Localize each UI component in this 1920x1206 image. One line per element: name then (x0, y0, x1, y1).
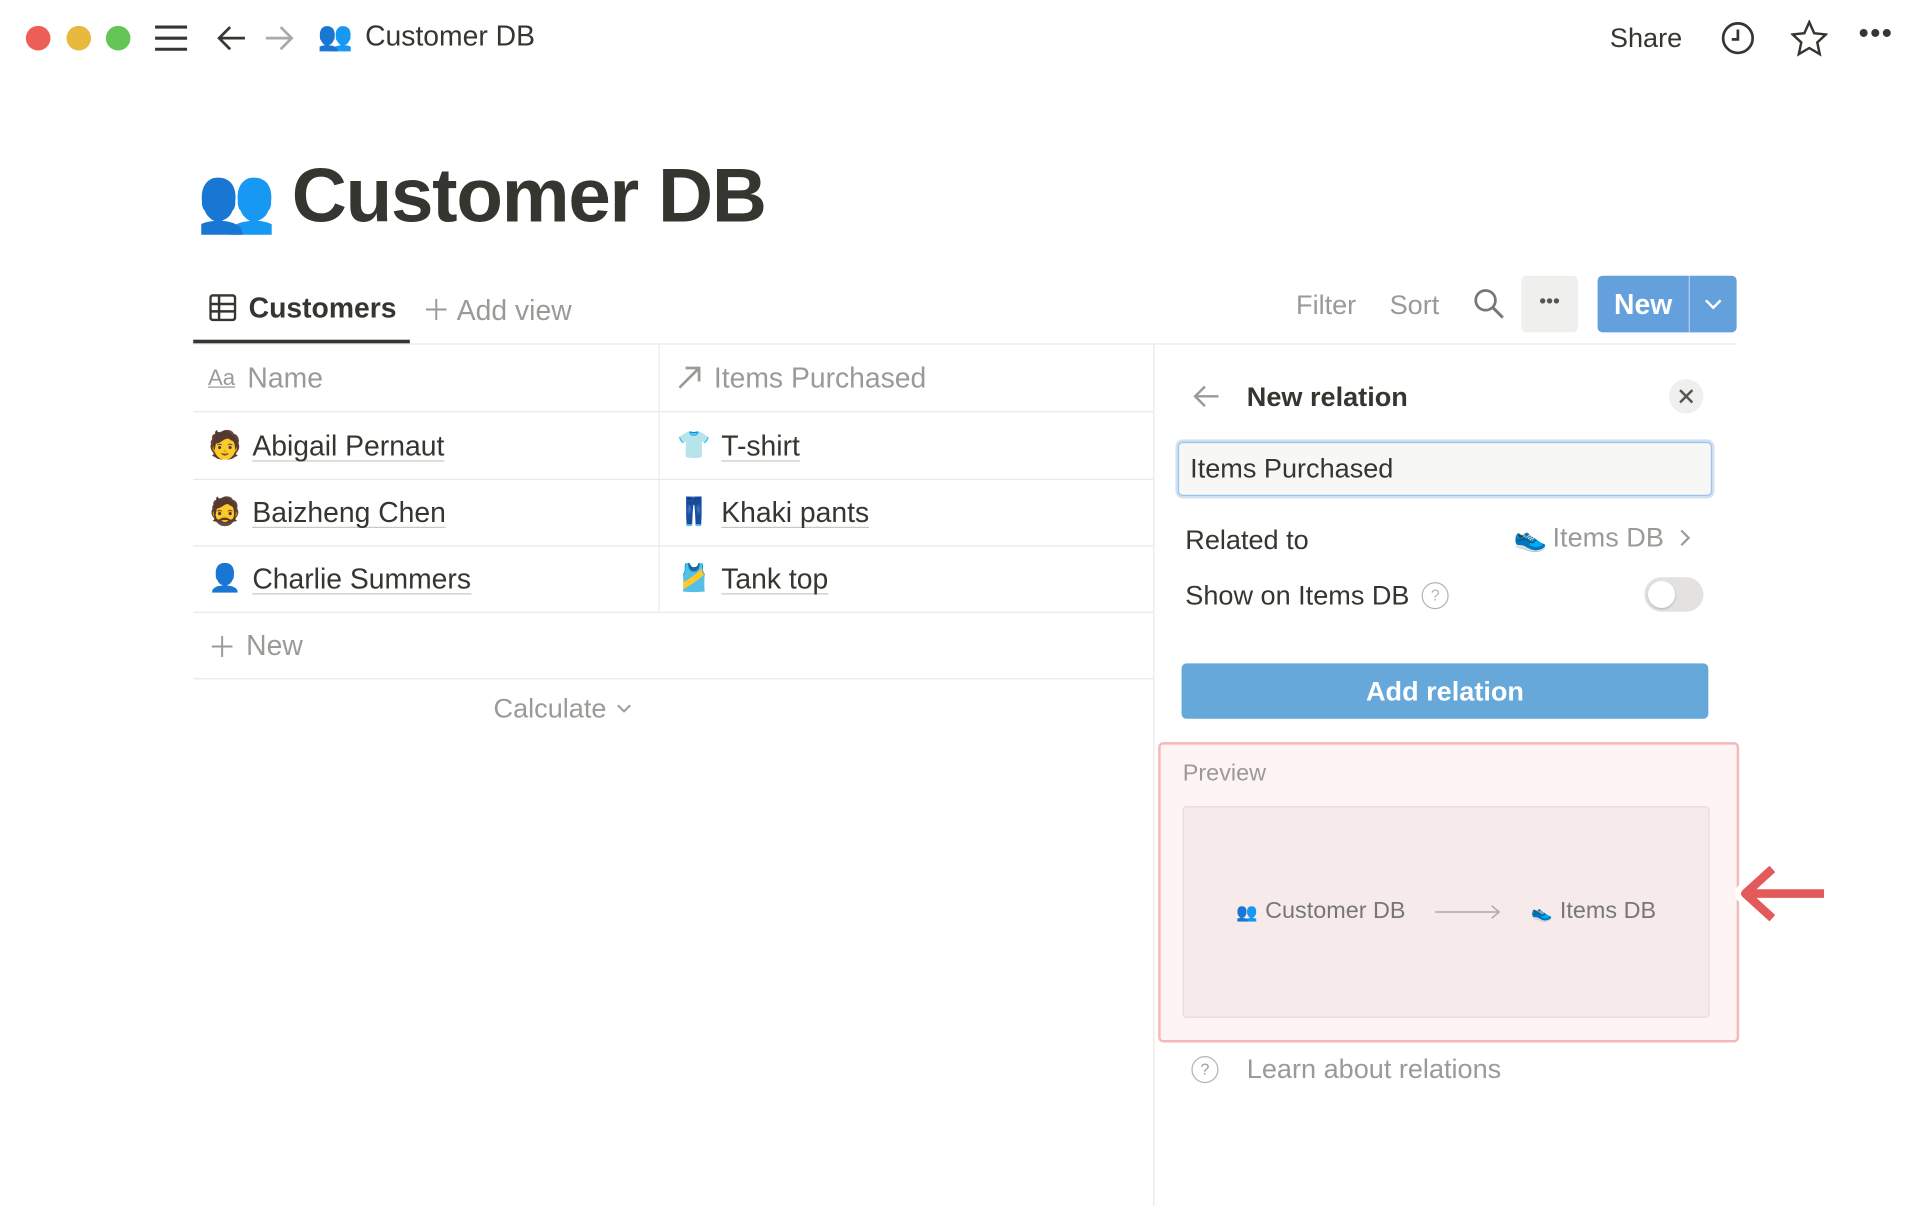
table-header: Aa Name Items Purchased (193, 345, 1154, 413)
close-window-button[interactable] (25, 25, 51, 51)
panel-title: New relation (1246, 381, 1408, 413)
preview-label: Preview (1182, 760, 1266, 787)
star-icon[interactable] (1790, 19, 1828, 57)
people-icon: 👥 (317, 19, 353, 52)
back-arrow-icon[interactable] (215, 23, 247, 53)
learn-about-relations-link[interactable]: ? Learn about relations (1191, 1054, 1501, 1086)
row-name-link[interactable]: Baizheng Chen (252, 497, 446, 528)
share-button[interactable]: Share (1610, 22, 1682, 54)
arrow-right-icon (1435, 905, 1501, 920)
minimize-window-button[interactable] (66, 25, 92, 51)
related-to-label: Related to (1185, 524, 1309, 556)
avatar: 🧑 (208, 429, 242, 461)
history-icon[interactable] (1721, 21, 1755, 55)
tshirt-icon: 👕 (676, 429, 711, 461)
back-arrow-icon[interactable] (1191, 383, 1221, 410)
show-on-label: Show on Items DB (1185, 579, 1410, 611)
column-header-items-purchased[interactable]: Items Purchased (677, 345, 926, 411)
avatar: 🧔 (208, 496, 242, 527)
related-item-link[interactable]: T-shirt (721, 430, 800, 461)
show-on-toggle[interactable] (1644, 577, 1704, 612)
plus-icon: ＋ (208, 631, 237, 664)
annotation-arrow-icon (1735, 857, 1834, 931)
filter-button[interactable]: Filter (1296, 289, 1356, 321)
search-icon[interactable] (1473, 288, 1505, 320)
menu-icon[interactable] (154, 23, 188, 53)
view-options-button[interactable]: ••• (1521, 275, 1578, 333)
preview-section: Preview 👥 Customer DB 👟 Items DB (1158, 742, 1740, 1043)
shoe-icon: 👟 (1513, 521, 1548, 553)
table-row[interactable]: 🧑 Abigail Pernaut 👕 T-shirt (193, 412, 1154, 481)
help-icon[interactable]: ? (1421, 582, 1449, 610)
plus-icon: ＋ (422, 294, 451, 327)
help-icon: ? (1191, 1056, 1219, 1084)
text-type-icon: Aa (208, 364, 236, 390)
page-icon: 👥 (196, 164, 277, 237)
people-icon: 👥 (1236, 901, 1258, 922)
forward-arrow-icon[interactable] (263, 23, 295, 53)
pants-icon: 👖 (676, 496, 711, 527)
tab-customers[interactable]: Customers (193, 276, 410, 344)
new-row-button[interactable]: ＋ New (193, 612, 1154, 680)
table-row[interactable]: 👤 Charlie Summers 🎽 Tank top (193, 545, 1154, 613)
more-options-icon[interactable]: ••• (1859, 17, 1894, 51)
add-view-button[interactable]: ＋ Add view (422, 287, 571, 329)
chevron-down-icon[interactable] (1688, 275, 1737, 333)
sort-button[interactable]: Sort (1390, 289, 1440, 321)
close-icon[interactable] (1668, 379, 1704, 414)
new-button[interactable]: New (1597, 275, 1737, 333)
avatar: 👤 (208, 562, 242, 594)
related-to-selector[interactable]: 👟 Items DB (1514, 522, 1691, 554)
relation-name-input[interactable] (1177, 441, 1713, 497)
maximize-window-button[interactable] (105, 25, 131, 51)
tank-top-icon: 🎽 (676, 562, 711, 594)
related-item-link[interactable]: Khaki pants (721, 497, 870, 528)
chevron-right-icon (1679, 528, 1691, 548)
relation-arrow-icon (677, 366, 702, 391)
page-title: Customer DB (291, 153, 767, 239)
row-name-link[interactable]: Abigail Pernaut (252, 430, 445, 461)
related-item-link[interactable]: Tank top (721, 563, 829, 594)
row-name-link[interactable]: Charlie Summers (252, 563, 471, 594)
calculate-button[interactable]: Calculate (494, 693, 632, 725)
column-header-name[interactable]: Aa Name (208, 345, 323, 411)
preview-diagram: 👥 Customer DB 👟 Items DB (1182, 806, 1710, 1018)
chevron-down-icon (616, 704, 631, 714)
table-row[interactable]: 🧔 Baizheng Chen 👖 Khaki pants (193, 479, 1154, 547)
add-relation-button[interactable]: Add relation (1181, 663, 1709, 719)
shoe-icon: 👟 (1531, 901, 1553, 922)
table-icon (209, 294, 237, 322)
breadcrumb[interactable]: 👥 Customer DB (318, 20, 535, 53)
